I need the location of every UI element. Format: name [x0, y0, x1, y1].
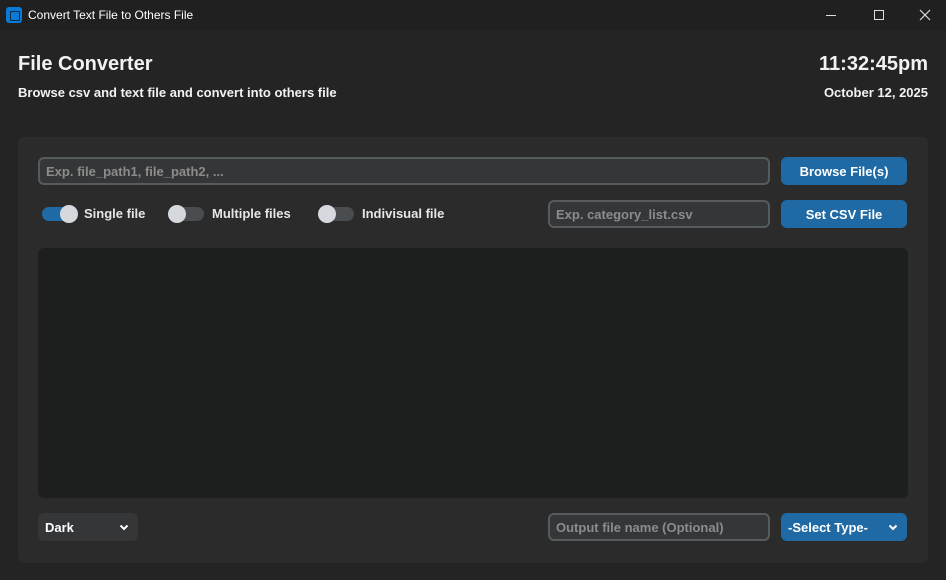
page-title: File Converter [18, 53, 153, 75]
output-textbox[interactable] [38, 248, 908, 498]
mode-multiple-files[interactable]: Multiple files [168, 204, 291, 223]
individual-file-label: Indivisual file [362, 206, 445, 221]
app-window-icon [6, 7, 22, 23]
maximize-icon [874, 10, 884, 20]
close-icon [919, 9, 931, 21]
maximize-button[interactable] [856, 0, 902, 30]
multiple-files-label: Multiple files [212, 206, 291, 221]
mode-single-file[interactable]: Single file [42, 204, 146, 223]
clock-date: October 12, 2025 [823, 85, 928, 100]
title-bar: Convert Text File to Others File [0, 0, 946, 30]
minimize-button[interactable] [808, 0, 854, 30]
mode-individual-file[interactable]: Indivisual file [318, 204, 445, 223]
set-csv-file-button[interactable]: Set CSV File [781, 200, 907, 228]
single-file-switch[interactable] [42, 204, 78, 223]
chevron-down-icon [119, 524, 129, 531]
minimize-icon [826, 14, 836, 16]
close-button[interactable] [902, 0, 946, 30]
clock-time: 11:32:45pm [819, 53, 928, 75]
multiple-files-switch[interactable] [168, 204, 204, 223]
individual-file-switch[interactable] [318, 204, 354, 223]
main-panel: Browse File(s) Single file Multiple file… [18, 137, 928, 563]
file-path-input[interactable] [38, 157, 770, 185]
page-subtitle: Browse csv and text file and convert int… [18, 85, 337, 100]
file-type-select-value: -Select Type- [788, 519, 868, 535]
theme-select[interactable]: Dark [38, 513, 138, 541]
window-title: Convert Text File to Others File [28, 8, 194, 22]
output-file-name-input[interactable] [548, 513, 770, 541]
theme-select-value: Dark [45, 519, 74, 535]
single-file-label: Single file [84, 206, 146, 221]
file-type-select[interactable]: -Select Type- [781, 513, 907, 541]
browse-files-button[interactable]: Browse File(s) [781, 157, 907, 185]
csv-file-input[interactable] [548, 200, 770, 228]
chevron-down-icon [888, 524, 898, 531]
